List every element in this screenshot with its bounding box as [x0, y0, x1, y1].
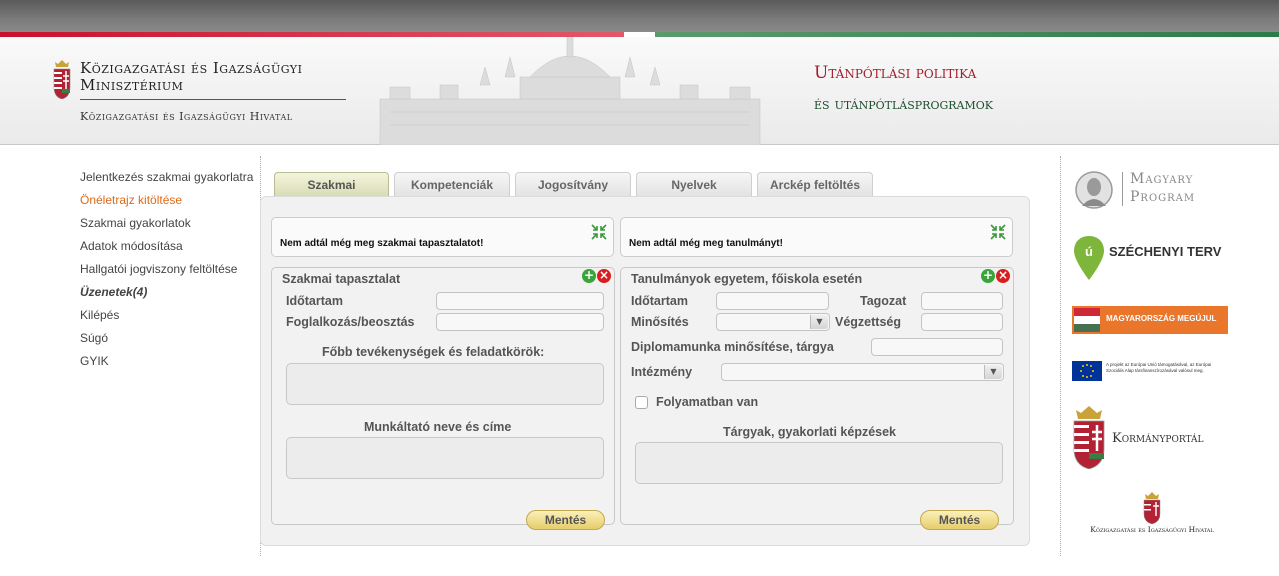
coat-of-arms-icon [1073, 406, 1105, 469]
tab-nyelvek[interactable]: Nyelvek [636, 172, 752, 196]
ministry-name-line2: Minisztérium [80, 76, 184, 94]
studies-message: Nem adtál még meg tanulmányt! [629, 238, 783, 249]
occupation-input[interactable] [436, 313, 604, 331]
magyarorszag-megujul-logo[interactable]: MAGYARORSZÁG MEGÚJUL [1072, 306, 1228, 334]
nav-item-messages[interactable]: Üzenetek(4) [80, 285, 253, 308]
nav-item-upload-student-status[interactable]: Hallgatói jogviszony feltöltése [80, 262, 253, 285]
studies-message-box: Nem adtál még meg tanulmányt! [620, 217, 1013, 257]
magyary-portrait-icon [1075, 171, 1113, 209]
subjects-textarea[interactable] [635, 442, 1003, 484]
tab-jogositvany[interactable]: Jogosítvány [515, 172, 631, 196]
save-button[interactable]: Mentés [526, 510, 605, 530]
duration-input[interactable] [716, 292, 829, 310]
nav-item-edit-data[interactable]: Adatok módosítása [80, 239, 253, 262]
nav-item-cv[interactable]: Önéletrajz kitöltése [80, 193, 253, 216]
experience-section: Szakmai tapasztalat + × Időtartam Foglal… [271, 267, 615, 530]
thesis-label: Diplomamunka minősítése, tárgya [631, 340, 834, 354]
cv-tabs: Szakmai Kompetenciák Jogosítvány Nyelvek… [274, 172, 878, 196]
kormanyportal-text: Kormányportál [1112, 431, 1204, 446]
add-icon[interactable]: + [582, 269, 596, 283]
subjects-label: Tárgyak, gyakorlati képzések [723, 425, 897, 439]
save-button[interactable]: Mentés [920, 510, 999, 530]
nav-item-apply-internship[interactable]: Jelentkezés szakmai gyakorlatra [80, 170, 253, 193]
experience-message-box: Nem adtál még meg szakmai tapasztalatot! [271, 217, 614, 257]
activities-textarea[interactable] [286, 363, 604, 405]
experience-message: Nem adtál még meg szakmai tapasztalatot! [280, 238, 484, 249]
parliament-illustration [379, 37, 761, 145]
institution-select[interactable]: ▼ [721, 363, 1004, 381]
duration-label: Időtartam [631, 294, 688, 308]
ongoing-checkbox[interactable] [635, 396, 648, 409]
occupation-label: Foglalkozás/beosztás [286, 315, 415, 329]
location-pin-icon: ú [1074, 236, 1104, 280]
ministry-name: Közigazgatási és Igazságügyi Minisztériu… [80, 60, 302, 94]
kih-text: Közigazgatási és Igazságügyi Hivatal [1090, 525, 1214, 534]
coat-of-arms-icon [53, 60, 71, 99]
divider [80, 99, 346, 100]
duration-label: Időtartam [286, 294, 343, 308]
grade-label: Minősítés [631, 315, 689, 329]
magyary-line2: Program [1130, 189, 1196, 205]
left-navigation: Jelentkezés szakmai gyakorlatra Önéletra… [80, 170, 253, 377]
collapse-icon[interactable] [590, 223, 608, 241]
top-bar [0, 0, 1279, 32]
collapse-icon[interactable] [989, 223, 1007, 241]
chevron-down-icon: ▼ [984, 365, 1002, 379]
svg-text:ú: ú [1085, 244, 1093, 259]
degree-label: Végzettség [835, 315, 901, 329]
tab-szakmai[interactable]: Szakmai [274, 172, 389, 196]
studies-section-title: Tanulmányok egyetem, főiskola esetén [631, 272, 863, 286]
kormanyportal-logo[interactable]: Kormányportál [1072, 405, 1232, 471]
eu-text: A projekt az Európai Unió támogatásával,… [1106, 362, 1212, 373]
divider [1060, 156, 1061, 556]
kih-logo[interactable]: Közigazgatási és Igazságügyi Hivatal [1070, 492, 1234, 536]
ministry-name-line1: Közigazgatási és Igazságügyi [80, 59, 303, 77]
degree-input[interactable] [921, 313, 1003, 331]
eu-logo[interactable]: A projekt az Európai Unió támogatásával,… [1072, 360, 1232, 382]
site-title: Utánpótlási politika [814, 63, 977, 83]
tab-arckep-feltoltes[interactable]: Arckép feltöltés [757, 172, 873, 196]
magyary-line1: Magyary [1130, 171, 1194, 187]
thesis-input[interactable] [871, 338, 1003, 356]
ongoing-label: Folyamatban van [656, 395, 759, 409]
office-name: Közigazgatási és Igazságügyi Hivatal [80, 110, 293, 123]
studies-section: Tanulmányok egyetem, főiskola esetén + ×… [620, 267, 1014, 530]
experience-section-title: Szakmai tapasztalat [282, 272, 401, 286]
add-icon[interactable]: + [981, 269, 995, 283]
eu-flag-icon [1072, 361, 1102, 381]
header: Közigazgatási és Igazságügyi Minisztériu… [0, 37, 1279, 145]
delete-icon[interactable]: × [597, 269, 611, 283]
duration-input[interactable] [436, 292, 604, 310]
nav-item-help[interactable]: Súgó [80, 331, 253, 354]
cv-panel: Nem adtál még meg szakmai tapasztalatot!… [260, 196, 1030, 546]
institution-label: Intézmény [631, 365, 693, 379]
coat-of-arms-icon [1143, 492, 1161, 524]
employer-textarea[interactable] [286, 437, 604, 479]
megujul-text: MAGYARORSZÁG MEGÚJUL [1106, 314, 1217, 323]
employer-label: Munkáltató neve és címe [364, 420, 512, 434]
site-subtitle: és utánpótlásprogramok [814, 94, 993, 113]
activities-label: Főbb tevékenységek és feladatkörök: [322, 345, 545, 359]
delete-icon[interactable]: × [996, 269, 1010, 283]
nav-item-faq[interactable]: GYIK [80, 354, 253, 377]
chevron-down-icon: ▼ [810, 315, 828, 329]
magyary-program-logo[interactable]: Magyary Program [1074, 170, 1234, 210]
nav-item-internships[interactable]: Szakmai gyakorlatok [80, 216, 253, 239]
grade-select[interactable]: ▼ [716, 313, 830, 331]
szechenyi-text: SZÉCHENYI TERV [1109, 244, 1222, 259]
tab-kompetenciak[interactable]: Kompetenciák [394, 172, 510, 196]
form-label: Tagozat [860, 294, 907, 308]
hungarian-flag-icon [1074, 308, 1100, 332]
szechenyi-terv-logo[interactable]: ú SZÉCHENYI TERV [1074, 236, 1234, 280]
form-input[interactable] [921, 292, 1003, 310]
nav-item-logout[interactable]: Kilépés [80, 308, 253, 331]
